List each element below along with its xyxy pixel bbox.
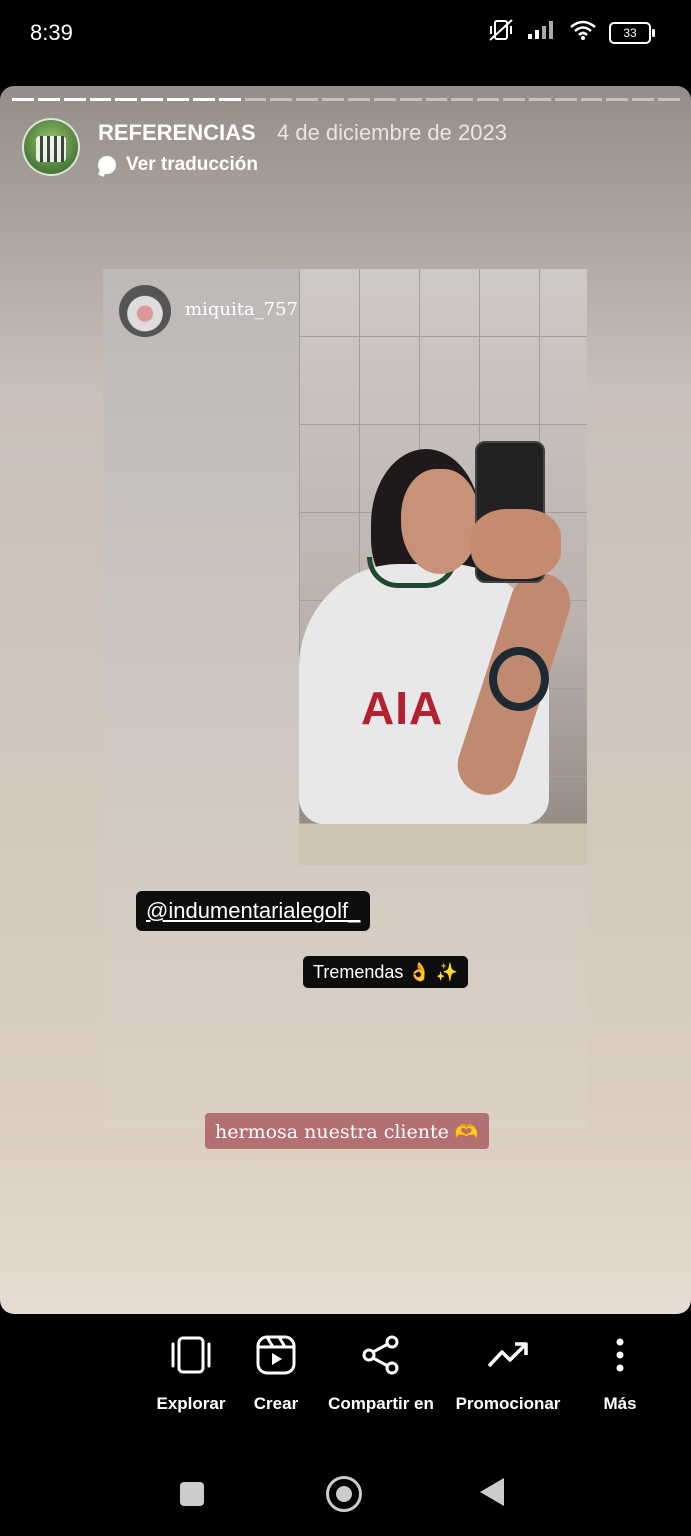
progress-segment [399, 98, 422, 101]
progress-segment [63, 98, 86, 101]
progress-segment [503, 98, 525, 101]
shirt-sponsor-text: AIA [361, 682, 444, 734]
more-label: Más [603, 1394, 637, 1413]
translate-bubble-icon [98, 156, 116, 174]
progress-segment [192, 98, 215, 101]
progress-segment [554, 98, 577, 101]
repost-username: miquita_757 [185, 299, 299, 320]
mirror-selfie-photo: AIA [299, 269, 587, 865]
progress-segment [12, 98, 34, 101]
reposted-story-frame: miquita_757 AIA [103, 269, 587, 1131]
back-icon[interactable] [480, 1478, 504, 1506]
progress-segment [244, 98, 267, 101]
status-icons: 33 [487, 18, 655, 47]
account-avatar[interactable] [22, 118, 80, 176]
progress-segment [451, 98, 474, 101]
progress-segment [322, 98, 344, 101]
story-date: 4 de diciembre de 2023 [277, 120, 507, 145]
more-button[interactable]: Más [550, 1320, 690, 1414]
story-viewer[interactable]: REFERENCIAS 4 de diciembre de 2023 Ver t… [0, 86, 691, 1314]
status-bar: 8:39 33 [0, 0, 691, 70]
progress-segment [218, 98, 241, 101]
progress-segment [37, 98, 60, 101]
progress-segment [658, 98, 680, 101]
home-icon[interactable] [326, 1476, 362, 1512]
share-button[interactable]: Compartir en [311, 1320, 451, 1414]
recents-icon[interactable] [180, 1482, 204, 1506]
story-action-bar: Explorar Crear Compartir en Promocionar … [0, 1320, 691, 1450]
story-header: REFERENCIAS 4 de diciembre de 2023 Ver t… [22, 118, 662, 178]
translate-button[interactable]: Ver traducción [98, 154, 258, 176]
progress-segment [632, 98, 655, 101]
progress-segment [115, 98, 138, 101]
progress-segment [477, 98, 500, 101]
repost-user-avatar [118, 284, 172, 338]
progress-segment [606, 98, 629, 101]
story-caption: hermosa nuestra cliente 🫶 [205, 1113, 489, 1149]
progress-segment [373, 98, 396, 101]
mute-vibrate-icon [487, 18, 515, 47]
reels-icon [255, 1334, 297, 1381]
progress-segment [580, 98, 603, 101]
story-progress-bar [12, 98, 680, 101]
progress-segment [141, 98, 164, 101]
share-icon [360, 1334, 402, 1381]
progress-segment [347, 98, 370, 101]
progress-segment [425, 98, 448, 101]
status-time: 8:39 [30, 20, 73, 45]
trending-icon [486, 1340, 530, 1375]
battery-level: 33 [623, 25, 637, 40]
share-label: Compartir en [328, 1394, 434, 1413]
progress-segment [89, 98, 112, 101]
text-sticker: Tremendas 👌 ✨ [303, 956, 469, 988]
translate-label: Ver traducción [126, 154, 258, 175]
more-vertical-icon [615, 1338, 625, 1377]
wifi-icon [569, 19, 597, 46]
mention-sticker-text: @indumentarialegolf_ [146, 898, 361, 923]
signal-icon [527, 20, 557, 45]
progress-segment [528, 98, 551, 101]
mention-sticker[interactable]: @indumentarialegolf_ [136, 891, 371, 931]
system-nav-bar [0, 1460, 691, 1536]
battery-icon: 33 [609, 21, 655, 44]
progress-segment [296, 98, 319, 101]
account-name[interactable]: REFERENCIAS [98, 120, 256, 146]
progress-segment [270, 98, 293, 101]
progress-segment [167, 98, 189, 101]
